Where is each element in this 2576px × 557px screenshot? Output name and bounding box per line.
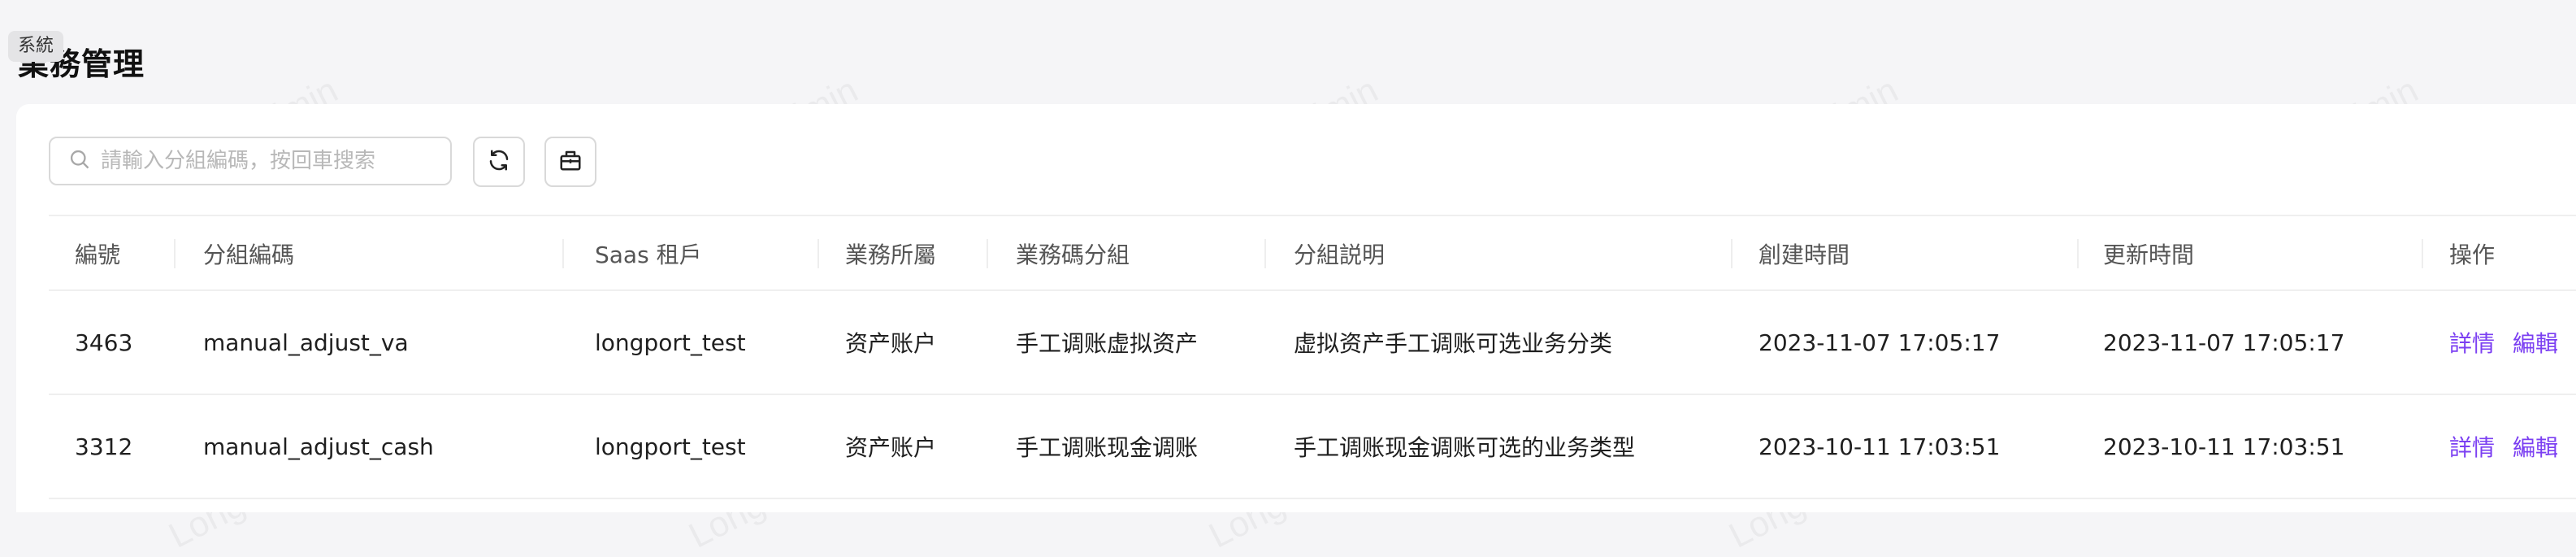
cell-code-group: 手工调账虚拟资产 bbox=[1016, 330, 1199, 357]
search-icon bbox=[68, 148, 91, 174]
cell-group-code: manual_adjust_va bbox=[203, 329, 409, 356]
column-divider bbox=[562, 239, 564, 268]
cell-created: 2023-10-11 17:03:51 bbox=[1759, 433, 2001, 460]
search-box[interactable] bbox=[49, 137, 452, 185]
column-settings-button[interactable] bbox=[544, 137, 596, 187]
detail-link[interactable]: 詳情 bbox=[2449, 326, 2495, 359]
column-header-group-code: 分組編碼 bbox=[203, 242, 295, 268]
cell-code-group: 手工调账现金调账 bbox=[1016, 434, 1199, 461]
column-divider bbox=[987, 239, 988, 268]
cell-updated: 2023-11-07 17:05:17 bbox=[2103, 329, 2345, 356]
column-divider bbox=[1264, 239, 1266, 268]
column-header-tenant: Saas 租戶 bbox=[595, 242, 702, 268]
column-header-code-group: 業務碼分組 bbox=[1016, 242, 1130, 268]
column-divider bbox=[174, 239, 176, 268]
cell-group-code: manual_adjust_cash bbox=[203, 433, 434, 460]
column-header-actions: 操作 bbox=[2449, 242, 2496, 268]
column-divider bbox=[1731, 239, 1733, 268]
cell-tenant: longport_test bbox=[595, 329, 746, 356]
cell-tenant: longport_test bbox=[595, 433, 746, 460]
business-table: 編號 分組編碼 Saas 租戶 業務所屬 業務碼分組 分組説明 創建時間 更新時… bbox=[49, 215, 2576, 499]
column-divider bbox=[2422, 239, 2423, 268]
cell-created: 2023-11-07 17:05:17 bbox=[1759, 329, 2001, 356]
column-header-business: 業務所屬 bbox=[845, 242, 937, 268]
column-divider bbox=[817, 239, 819, 268]
table-row: 3312 manual_adjust_cash longport_test 资产… bbox=[49, 395, 2576, 499]
refresh-icon bbox=[487, 148, 511, 176]
column-header-id: 編號 bbox=[75, 242, 121, 268]
column-header-description: 分組説明 bbox=[1294, 242, 1386, 268]
cell-business: 资产账户 bbox=[845, 330, 937, 357]
table-row: 3463 manual_adjust_va longport_test 资产账户… bbox=[49, 291, 2576, 395]
column-divider bbox=[2077, 239, 2079, 268]
content-card: 編號 分組編碼 Saas 租戶 業務所屬 業務碼分組 分組説明 創建時間 更新時… bbox=[16, 104, 2576, 512]
cell-id: 3463 bbox=[75, 329, 133, 356]
cell-id: 3312 bbox=[75, 433, 133, 460]
column-header-updated: 更新時間 bbox=[2103, 242, 2195, 268]
table-header: 編號 分組編碼 Saas 租戶 業務所屬 業務碼分組 分組説明 創建時間 更新時… bbox=[49, 215, 2576, 291]
cell-updated: 2023-10-11 17:03:51 bbox=[2103, 433, 2345, 460]
refresh-button[interactable] bbox=[473, 137, 525, 187]
edit-link[interactable]: 編輯 bbox=[2513, 430, 2558, 463]
cell-business: 资产账户 bbox=[845, 434, 937, 461]
edit-link[interactable]: 編輯 bbox=[2513, 326, 2558, 359]
cell-description: 手工调账现金调账可选的业务类型 bbox=[1294, 434, 1636, 461]
detail-link[interactable]: 詳情 bbox=[2449, 430, 2495, 463]
cell-actions: 詳情 編輯 bbox=[2449, 395, 2576, 498]
column-header-created: 創建時間 bbox=[1759, 242, 1850, 268]
cell-description: 虚拟资产手工调账可选业务分类 bbox=[1294, 330, 1613, 357]
cell-actions: 詳情 編輯 bbox=[2449, 291, 2576, 394]
search-input[interactable] bbox=[99, 148, 444, 174]
system-badge[interactable]: 系統 bbox=[8, 31, 64, 62]
column-settings-icon bbox=[558, 148, 583, 176]
